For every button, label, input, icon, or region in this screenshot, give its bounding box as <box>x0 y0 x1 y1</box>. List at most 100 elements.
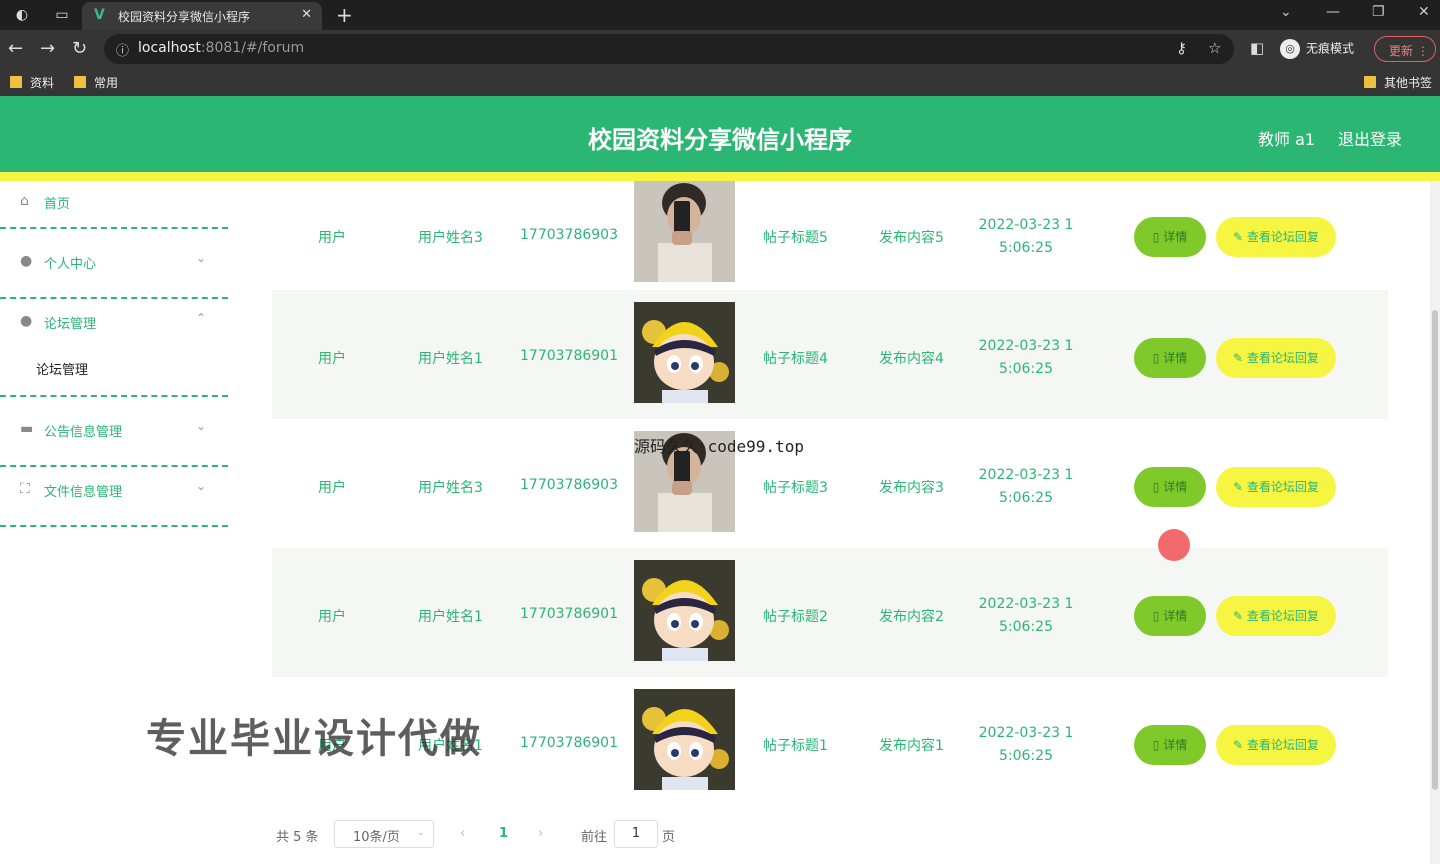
sidebar-item-label: 首页 <box>44 197 71 212</box>
forward-icon[interactable]: → <box>40 38 55 59</box>
page-size-select[interactable]: 10条/页 ⌄ <box>334 820 434 848</box>
folder-icon <box>74 76 86 88</box>
update-button[interactable]: 更新 ⋮ <box>1374 36 1436 62</box>
cell-post-title: 帖子标题1 <box>763 738 828 754</box>
source-watermark: 源码久久-code99.top <box>634 437 804 456</box>
view-replies-button[interactable]: ✎ 查看论坛回复 <box>1216 596 1336 636</box>
view-replies-button[interactable]: ✎ 查看论坛回复 <box>1216 217 1336 257</box>
view-replies-button[interactable]: ✎ 查看论坛回复 <box>1216 338 1336 378</box>
star-icon[interactable]: ☆ <box>1208 39 1221 57</box>
cell-time: 2022-03-23 1 5:06:25 <box>978 467 1074 506</box>
avatar <box>634 560 735 661</box>
folder-icon <box>10 76 22 88</box>
detail-button[interactable]: ▯ 详情 <box>1134 596 1206 636</box>
cell-post-title: 帖子标题3 <box>763 480 828 496</box>
view-replies-button[interactable]: ✎ 查看论坛回复 <box>1216 725 1336 765</box>
cell-post-content: 发布内容1 <box>879 738 944 754</box>
next-page-icon[interactable]: › <box>538 826 543 841</box>
cell-name: 用户姓名3 <box>418 230 483 246</box>
browser-menu-icon[interactable]: ◐ <box>12 5 32 25</box>
cell-name: 用户姓名1 <box>418 351 483 367</box>
incognito-icon: ◎ <box>1280 39 1300 59</box>
sidebar-item-files[interactable]: ⛶ 文件信息管理 ⌄ <box>0 469 228 527</box>
cell-role: 用户 <box>318 351 346 367</box>
incognito-indicator[interactable]: ◎ 无痕模式 <box>1280 39 1354 59</box>
page-unit-label: 页 <box>662 830 676 845</box>
detail-button[interactable]: ▯ 详情 <box>1134 338 1206 378</box>
url-input[interactable]: ⓘ localhost:8081/#/forum ⚷ ☆ <box>104 34 1234 64</box>
sidebar-subitem-forum[interactable]: 论坛管理 <box>0 349 228 397</box>
sidebar-item-profile[interactable]: ● 个人中心 ⌄ <box>0 241 228 299</box>
cell-post-content: 发布内容5 <box>879 230 944 246</box>
cell-phone: 17703786901 <box>520 348 618 364</box>
view-replies-button[interactable]: ✎ 查看论坛回复 <box>1216 467 1336 507</box>
url-text: localhost:8081/#/forum <box>138 40 305 56</box>
new-tab-icon[interactable]: + <box>336 3 353 27</box>
avatar <box>634 302 735 403</box>
close-tab-icon[interactable]: ✕ <box>301 7 312 22</box>
sidebar-item-home[interactable]: ⌂ 首页 <box>0 181 228 229</box>
bookmark-folder-1[interactable]: 资料 <box>10 74 54 91</box>
browser-tab[interactable]: V 校园资料分享微信小程序 ✕ <box>82 2 322 30</box>
detail-button[interactable]: ▯ 详情 <box>1134 725 1206 765</box>
browser-tab-bar: ◐ ▭ V 校园资料分享微信小程序 ✕ + ⌄ — ❐ ✕ <box>0 0 1440 30</box>
cell-phone: 17703786901 <box>520 735 618 751</box>
logout-link[interactable]: 退出登录 <box>1338 126 1402 150</box>
tab-list-icon[interactable]: ⌄ <box>1280 4 1292 20</box>
key-icon[interactable]: ⚷ <box>1176 39 1187 57</box>
cell-post-content: 发布内容2 <box>879 609 944 625</box>
bookmarks-bar: 资料 常用 其他书签 <box>0 68 1440 96</box>
file-icon: ⛶ <box>20 481 30 497</box>
briefcase-icon: ▬ <box>20 421 34 437</box>
cell-phone: 17703786903 <box>520 477 618 493</box>
vue-favicon-icon: V <box>94 7 105 23</box>
header-accent-strip <box>0 172 1440 181</box>
prev-page-icon[interactable]: ‹ <box>460 826 465 841</box>
avatar <box>634 181 735 283</box>
close-window-icon[interactable]: ✕ <box>1418 4 1430 20</box>
app-header: 校园资料分享微信小程序 教师 a1 退出登录 <box>0 96 1440 172</box>
minimize-icon[interactable]: — <box>1326 4 1340 20</box>
detail-button[interactable]: ▯ 详情 <box>1134 217 1206 257</box>
promo-watermark: 专业毕业设计代做 <box>146 716 482 762</box>
chevron-up-icon: ⌃ <box>196 311 207 325</box>
restore-icon[interactable]: ❐ <box>1372 4 1385 20</box>
cell-post-title: 帖子标题2 <box>763 609 828 625</box>
user-icon: ● <box>20 313 33 329</box>
avatar <box>634 689 735 790</box>
cell-role: 用户 <box>318 609 346 625</box>
pagination-total: 共 5 条 <box>276 830 319 845</box>
cell-time: 2022-03-23 1 5:06:25 <box>978 338 1074 377</box>
scrollbar-thumb[interactable] <box>1432 310 1438 790</box>
chevron-down-icon: ⌄ <box>196 419 207 433</box>
page-number-current[interactable]: 1 <box>499 826 508 841</box>
cell-post-title: 帖子标题4 <box>763 351 828 367</box>
site-info-icon[interactable]: ⓘ <box>116 40 129 59</box>
sidebar-item-label: 文件信息管理 <box>44 485 123 500</box>
user-icon: ● <box>20 253 33 269</box>
other-bookmarks[interactable]: 其他书签 <box>1364 74 1432 91</box>
chevron-down-icon: ⌄ <box>416 827 425 838</box>
sidebar-item-notices[interactable]: ▬ 公告信息管理 ⌄ <box>0 409 228 467</box>
cell-post-title: 帖子标题5 <box>763 230 828 246</box>
cell-time: 2022-03-23 1 5:06:25 <box>978 217 1074 256</box>
sidebar-item-label: 个人中心 <box>44 257 97 272</box>
address-bar-row: ← → ↻ ⓘ localhost:8081/#/forum ⚷ ☆ ◧ ◎ 无痕… <box>0 30 1440 68</box>
back-icon[interactable]: ← <box>8 38 23 59</box>
goto-label: 前往 <box>581 830 608 845</box>
reload-icon[interactable]: ↻ <box>72 38 87 59</box>
tab-search-icon[interactable]: ▭ <box>52 5 72 25</box>
detail-button[interactable]: ▯ 详情 <box>1134 467 1206 507</box>
home-icon: ⌂ <box>20 193 29 209</box>
goto-page-input[interactable]: 1 <box>614 820 658 848</box>
sidepanel-icon[interactable]: ◧ <box>1250 39 1264 57</box>
cell-time: 2022-03-23 1 5:06:25 <box>978 596 1074 635</box>
cursor-highlight <box>1158 529 1190 561</box>
cell-name: 用户姓名3 <box>418 480 483 496</box>
bookmark-folder-2[interactable]: 常用 <box>74 74 118 91</box>
current-user: 教师 a1 <box>1258 130 1316 149</box>
folder-icon <box>1364 76 1376 88</box>
cell-name: 用户姓名1 <box>418 609 483 625</box>
cell-post-content: 发布内容4 <box>879 351 944 367</box>
tab-title: 校园资料分享微信小程序 <box>118 10 251 24</box>
